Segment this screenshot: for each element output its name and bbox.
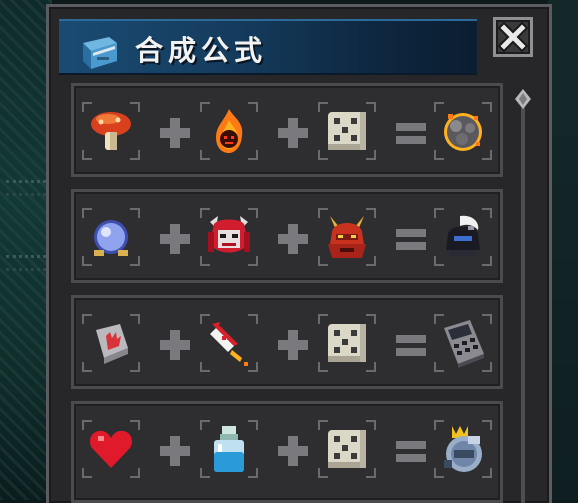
result-slot[interactable] [434, 420, 492, 478]
ingredient-slot[interactable] [82, 420, 140, 478]
plus-icon [276, 116, 310, 150]
crystal-ball-icon [94, 220, 128, 256]
recipe-window: 合成公式 [46, 4, 552, 503]
mushroom-icon [91, 112, 131, 150]
red-oni-mask-icon [208, 216, 250, 253]
ingredient-slot[interactable] [318, 420, 376, 478]
plus-icon [276, 434, 310, 468]
ingredient-slot[interactable] [200, 420, 258, 478]
potion-bottle-icon [214, 426, 244, 472]
window-header: 合成公式 [59, 19, 477, 75]
close-x-icon [497, 21, 529, 53]
ingredient-slot[interactable] [82, 102, 140, 160]
ingredient-slot[interactable] [82, 314, 140, 372]
plus-icon [276, 328, 310, 362]
burning-rock-orb-icon [444, 113, 482, 151]
random-dice-icon [328, 324, 366, 362]
scrollbar-thumb[interactable] [514, 89, 532, 109]
equals-icon [394, 328, 428, 362]
equals-icon [394, 434, 428, 468]
recipe-row[interactable] [71, 295, 503, 389]
chain-decoration [6, 180, 46, 196]
recipe-book-icon [77, 35, 119, 71]
ingredient-slot[interactable] [318, 102, 376, 160]
equals-icon [394, 116, 428, 150]
random-dice-icon [328, 112, 366, 150]
firework-rocket-icon [210, 322, 248, 366]
close-button[interactable] [493, 17, 533, 57]
crowned-engine-globe-icon [444, 426, 482, 472]
plus-icon [158, 222, 192, 256]
result-slot[interactable] [434, 208, 492, 266]
calculator-icon [444, 320, 484, 368]
background-left [0, 0, 52, 500]
plus-icon [276, 222, 310, 256]
ingredient-slot[interactable] [200, 314, 258, 372]
ingredient-slot[interactable] [200, 102, 258, 160]
ingredient-slot[interactable] [318, 314, 376, 372]
recipe-row[interactable] [71, 189, 503, 283]
ingredient-slot[interactable] [82, 208, 140, 266]
window-title: 合成公式 [135, 34, 268, 67]
samurai-helmet-icon [328, 216, 366, 258]
red-heart-icon [90, 430, 132, 468]
background-right [548, 0, 578, 500]
plus-icon [158, 434, 192, 468]
ingredient-slot[interactable] [200, 208, 258, 266]
scrollbar-track[interactable] [521, 101, 525, 503]
plus-icon [158, 116, 192, 150]
chain-decoration [6, 255, 46, 271]
random-dice-icon [328, 430, 366, 468]
white-plume-knight-helmet-icon [446, 215, 480, 256]
ingredient-slot[interactable] [318, 208, 376, 266]
stone-hand-tile-icon [96, 324, 128, 364]
result-slot[interactable] [434, 314, 492, 372]
recipe-row[interactable] [71, 83, 503, 177]
result-slot[interactable] [434, 102, 492, 160]
plus-icon [158, 328, 192, 362]
equals-icon [394, 222, 428, 256]
recipe-row[interactable] [71, 401, 503, 503]
fire-spirit-icon [216, 109, 243, 153]
